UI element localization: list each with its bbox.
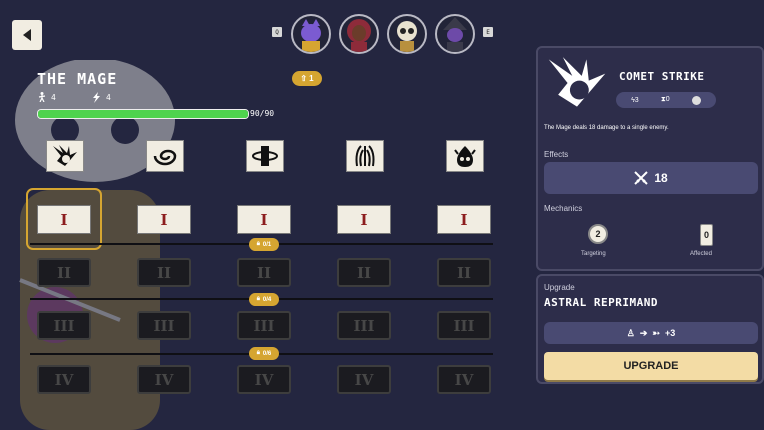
effects-label: Effects (544, 150, 569, 159)
effect-value: 18 (654, 171, 668, 185)
skill-cost-pill: ϟ3 ⧗0 (616, 92, 716, 108)
skull-token-icon (691, 95, 701, 105)
skill-5-tier-1-tile[interactable]: I (437, 205, 491, 234)
skill-3-tier-1-tile[interactable]: I (237, 205, 291, 234)
purple-cat-portrait-icon (301, 19, 321, 52)
skill-4-tier-3-tile[interactable]: III (337, 311, 391, 340)
hero-portrait-1[interactable] (291, 14, 331, 54)
claw-burst-icon (355, 145, 375, 167)
skill-4-tier-1-tile[interactable]: I (337, 205, 391, 234)
upgrade-panel: Upgrade ASTRAL REPRIMAND ♙ ➔ ➳ +3 UPGRAD… (536, 274, 764, 384)
witch-portrait-icon (443, 17, 467, 52)
back-button[interactable] (12, 20, 42, 50)
move-stat: 4 (38, 92, 56, 102)
totem-icon (252, 146, 278, 166)
lightning-icon (93, 92, 100, 103)
walking-person-icon (38, 92, 46, 102)
character-name: THE MAGE (37, 70, 118, 88)
skill-icon-1[interactable] (46, 140, 84, 172)
comet-strike-icon (53, 145, 77, 166)
energy-stat-value: 4 (106, 93, 111, 102)
upgrade-effect: ♙ ➔ ➳ +3 (544, 322, 758, 344)
hero-portrait-2[interactable] (339, 14, 379, 54)
upgrade-points-badge: ⇧ 1 (292, 71, 322, 86)
health-bar (37, 109, 249, 119)
arrow-left-icon (23, 29, 31, 41)
skill-1-tier-3-tile[interactable]: III (37, 311, 91, 340)
skill-icon-2[interactable] (146, 140, 184, 172)
upgrade-section-label: Upgrade (544, 283, 575, 292)
arrow-right-icon: ➔ (639, 327, 648, 338)
tier-3-requirement: 0/4 (262, 296, 272, 303)
projectile-icon: ➳ (652, 327, 660, 338)
lock-icon: 🔒︎ (256, 241, 260, 247)
skill-icon-3[interactable] (246, 140, 284, 172)
vortex-icon (153, 149, 177, 166)
upgrade-button[interactable]: UPGRADE (544, 352, 758, 380)
next-hero-key-hint[interactable]: E (483, 27, 493, 37)
crossed-swords-icon (634, 171, 649, 185)
skill-icon-4[interactable] (346, 140, 384, 172)
upgrade-points-value: 1 (309, 74, 314, 83)
targeting-value: 2 (595, 229, 601, 239)
lock-icon: 🔒︎ (256, 296, 260, 302)
lightning-icon: ϟ3 (631, 96, 639, 104)
upgrade-name: ASTRAL REPRIMAND (544, 296, 658, 309)
health-bar-fill (38, 110, 248, 118)
tier-3-requirement-badge: 🔒︎ 0/4 (249, 293, 279, 306)
skill-2-tier-1-tile[interactable]: I (137, 205, 191, 234)
skill-3-tier-2-tile[interactable]: II (237, 258, 291, 287)
upgrade-effect-value: +3 (664, 328, 676, 338)
skill-5-tier-2-tile[interactable]: II (437, 258, 491, 287)
tier-2-requirement-badge: 🔒︎ 0/1 (249, 238, 279, 251)
skill-1-tier-1-tile[interactable]: I (37, 205, 91, 234)
effect-damage: 18 (544, 162, 758, 194)
tier-4-requirement-badge: 🔒︎ 0/6 (249, 347, 279, 360)
cooldown-value: 0 (665, 96, 670, 103)
skill-5-tier-3-tile[interactable]: III (437, 311, 491, 340)
tier-2-requirement: 0/1 (262, 241, 272, 248)
skill-1-tier-4-tile[interactable]: IV (37, 365, 91, 394)
skill-icon-5[interactable] (446, 140, 484, 172)
hero-icon: ♙ (626, 327, 635, 338)
tier-4-requirement: 0/6 (262, 350, 272, 357)
affected-label: Affected (690, 251, 712, 257)
targeting-label: Targeting (581, 251, 606, 257)
move-stat-value: 4 (51, 92, 56, 102)
hero-portrait-4[interactable] (435, 14, 475, 54)
affected-value: 0 (703, 230, 709, 240)
skill-3-tier-3-tile[interactable]: III (237, 311, 291, 340)
skill-description: The Mage deals 18 damage to a single ene… (544, 125, 669, 131)
targeting-icon: 2 (588, 224, 608, 244)
skill-2-tier-2-tile[interactable]: II (137, 258, 191, 287)
affected-icon: 0 (700, 224, 713, 246)
skill-2-tier-3-tile[interactable]: III (137, 311, 191, 340)
mechanics-label: Mechanics (544, 204, 583, 213)
skull-portrait-icon (397, 21, 417, 52)
skill-4-tier-4-tile[interactable]: IV (337, 365, 391, 394)
skill-detail-panel: COMET STRIKE ϟ3 ⧗0 The Mage deals 18 dam… (536, 46, 764, 271)
comet-strike-icon (548, 57, 606, 107)
skill-3-tier-4-tile[interactable]: IV (237, 365, 291, 394)
arrow-up-icon: ⇧ (300, 74, 308, 83)
skill-4-tier-2-tile[interactable]: II (337, 258, 391, 287)
red-haired-woman-portrait-icon (347, 19, 371, 52)
skill-1-tier-2-tile[interactable]: II (37, 258, 91, 287)
lock-icon: 🔒︎ (256, 350, 260, 356)
energy-cost: 3 (634, 96, 639, 104)
skill-2-tier-4-tile[interactable]: IV (137, 365, 191, 394)
skill-name: COMET STRIKE (619, 70, 705, 83)
hourglass-icon: ⧗0 (660, 96, 670, 103)
health-text: 90/90 (250, 109, 275, 118)
skill-5-tier-4-tile[interactable]: IV (437, 365, 491, 394)
energy-stat: 4 (92, 92, 111, 103)
prev-hero-key-hint[interactable]: Q (272, 27, 282, 37)
hero-portrait-3[interactable] (387, 14, 427, 54)
spirit-flame-icon (454, 146, 476, 167)
